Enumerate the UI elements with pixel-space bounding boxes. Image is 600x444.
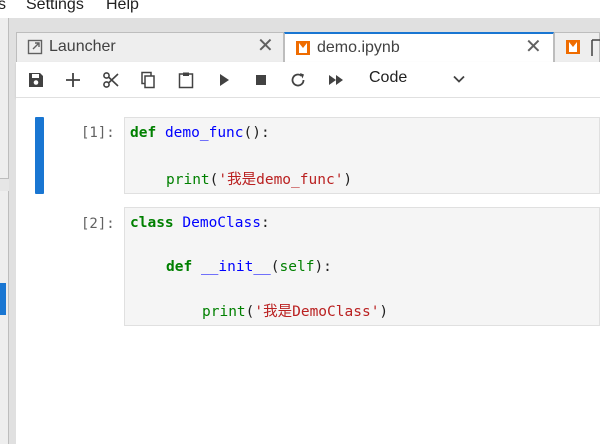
tab-launcher[interactable]: Launcher ✕ [16,32,284,62]
left-sidebar [0,18,9,444]
punctuation: ( [270,259,280,275]
cell-1-line-1: def demo_func(): [130,125,270,141]
cut-button[interactable] [99,68,123,92]
scissors-icon [103,72,119,88]
notebook-icon [296,41,310,55]
tab-launcher-label: Launcher [49,38,116,55]
keyword: class [130,215,174,231]
console-icon [591,39,600,56]
tab-demo-notebook[interactable]: demo.ipynb ✕ [284,32,554,63]
play-icon [220,74,229,86]
save-button[interactable] [24,68,48,92]
punctuation: ) [343,172,353,188]
left-sidebar-divider [0,178,9,191]
keyword: def [166,259,193,275]
cell-1-line-2: print('我是demo_func') [166,168,352,189]
string-literal: '我是demo_func' [218,172,344,188]
clipboard-icon [178,72,194,89]
copy-icon [141,71,155,89]
punctuation: ) [379,304,389,320]
keyword: def [130,125,157,141]
cell-2-line-1: class DemoClass: [130,215,270,231]
menu-bar: s Settings Help [0,0,600,18]
punctuation: : [260,215,270,231]
notebook-toolbar: Code [16,62,600,98]
chevron-down-icon[interactable] [452,72,466,86]
builtin-name: print [202,304,246,320]
run-button[interactable] [212,68,236,92]
menu-item-partial[interactable]: s [0,0,6,14]
tab-launcher-close-icon[interactable]: ✕ [257,34,274,58]
class-name: DemoClass [182,215,261,231]
cell-2-line-3: print('我是DemoClass') [202,300,388,321]
paste-button[interactable] [174,68,198,92]
left-sidebar-active-indicator[interactable] [0,283,6,315]
stop-icon [256,75,266,85]
interrupt-button[interactable] [249,68,273,92]
cell-2-line-2: def __init__(self): [166,259,332,275]
copy-button[interactable] [136,68,160,92]
insert-cell-button[interactable] [61,68,85,92]
builtin-name: print [166,172,210,188]
cell-2-prompt: [2]: [81,216,115,232]
run-all-button[interactable] [324,68,348,92]
main-area-gutter [9,18,16,444]
method-name: __init__ [200,259,271,275]
refresh-icon [291,73,305,87]
tab-partial[interactable] [554,32,600,62]
punctuation: ): [314,259,332,275]
save-icon [29,73,43,87]
menu-item-help[interactable]: Help [106,0,139,14]
cell-type-select[interactable]: Code [369,69,407,87]
tab-demo-close-icon[interactable]: ✕ [525,35,542,59]
launcher-icon [27,39,43,55]
string-literal: '我是DemoClass' [254,304,380,320]
parameter: self [279,259,315,275]
notebook-icon [566,40,580,54]
cell-1-prompt: [1]: [81,125,115,141]
menu-item-settings[interactable]: Settings [26,0,84,14]
active-cell-indicator [35,117,44,194]
restart-button[interactable] [286,68,310,92]
function-name: demo_func [164,125,244,141]
plus-icon [66,73,80,87]
tab-demo-label: demo.ipynb [317,39,400,56]
fast-forward-icon [329,75,343,85]
punctuation: (): [243,125,270,141]
